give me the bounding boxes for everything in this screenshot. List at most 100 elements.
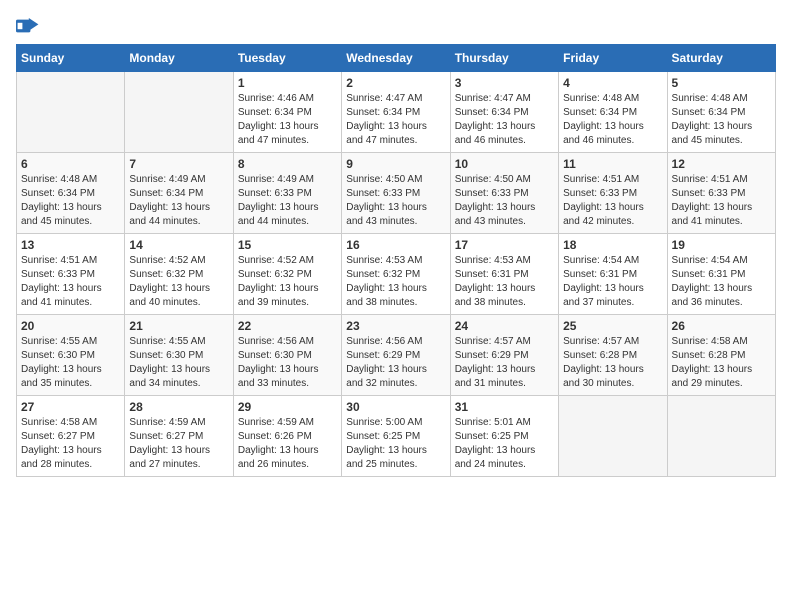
day-detail: Sunrise: 4:50 AMSunset: 6:33 PMDaylight:… [455,173,554,229]
day-number: 21 [129,319,228,333]
day-detail: Sunrise: 4:46 AMSunset: 6:34 PMDaylight:… [238,92,337,148]
calendar-week-row: 1 Sunrise: 4:46 AMSunset: 6:34 PMDayligh… [17,72,776,153]
day-number: 8 [238,157,337,171]
day-number: 9 [346,157,445,171]
day-detail: Sunrise: 4:58 AMSunset: 6:28 PMDaylight:… [672,335,771,391]
day-detail: Sunrise: 4:52 AMSunset: 6:32 PMDaylight:… [129,254,228,310]
calendar-cell: 29 Sunrise: 4:59 AMSunset: 6:26 PMDaylig… [233,396,341,477]
day-detail: Sunrise: 4:53 AMSunset: 6:31 PMDaylight:… [455,254,554,310]
calendar-cell: 28 Sunrise: 4:59 AMSunset: 6:27 PMDaylig… [125,396,233,477]
calendar-week-row: 20 Sunrise: 4:55 AMSunset: 6:30 PMDaylig… [17,315,776,396]
calendar-cell: 20 Sunrise: 4:55 AMSunset: 6:30 PMDaylig… [17,315,125,396]
calendar-cell: 17 Sunrise: 4:53 AMSunset: 6:31 PMDaylig… [450,234,558,315]
calendar-cell: 19 Sunrise: 4:54 AMSunset: 6:31 PMDaylig… [667,234,775,315]
day-number: 24 [455,319,554,333]
day-number: 4 [563,76,662,90]
calendar-cell: 8 Sunrise: 4:49 AMSunset: 6:33 PMDayligh… [233,153,341,234]
day-detail: Sunrise: 4:55 AMSunset: 6:30 PMDaylight:… [129,335,228,391]
day-detail: Sunrise: 4:48 AMSunset: 6:34 PMDaylight:… [21,173,120,229]
day-detail: Sunrise: 4:54 AMSunset: 6:31 PMDaylight:… [563,254,662,310]
day-of-week-header: Thursday [450,45,558,72]
day-number: 6 [21,157,120,171]
calendar-cell: 6 Sunrise: 4:48 AMSunset: 6:34 PMDayligh… [17,153,125,234]
day-detail: Sunrise: 4:58 AMSunset: 6:27 PMDaylight:… [21,416,120,472]
calendar-cell: 3 Sunrise: 4:47 AMSunset: 6:34 PMDayligh… [450,72,558,153]
day-number: 19 [672,238,771,252]
day-number: 14 [129,238,228,252]
day-detail: Sunrise: 4:59 AMSunset: 6:27 PMDaylight:… [129,416,228,472]
day-number: 5 [672,76,771,90]
header-row: SundayMondayTuesdayWednesdayThursdayFrid… [17,45,776,72]
day-detail: Sunrise: 4:52 AMSunset: 6:32 PMDaylight:… [238,254,337,310]
page-header [16,16,776,36]
day-detail: Sunrise: 4:47 AMSunset: 6:34 PMDaylight:… [455,92,554,148]
day-detail: Sunrise: 4:51 AMSunset: 6:33 PMDaylight:… [672,173,771,229]
day-number: 7 [129,157,228,171]
calendar-cell: 13 Sunrise: 4:51 AMSunset: 6:33 PMDaylig… [17,234,125,315]
calendar-table: SundayMondayTuesdayWednesdayThursdayFrid… [16,44,776,477]
day-number: 13 [21,238,120,252]
day-number: 17 [455,238,554,252]
calendar-cell: 1 Sunrise: 4:46 AMSunset: 6:34 PMDayligh… [233,72,341,153]
day-of-week-header: Monday [125,45,233,72]
day-number: 3 [455,76,554,90]
calendar-cell: 15 Sunrise: 4:52 AMSunset: 6:32 PMDaylig… [233,234,341,315]
calendar-cell: 24 Sunrise: 4:57 AMSunset: 6:29 PMDaylig… [450,315,558,396]
day-detail: Sunrise: 4:57 AMSunset: 6:29 PMDaylight:… [455,335,554,391]
calendar-week-row: 13 Sunrise: 4:51 AMSunset: 6:33 PMDaylig… [17,234,776,315]
calendar-cell: 4 Sunrise: 4:48 AMSunset: 6:34 PMDayligh… [559,72,667,153]
day-detail: Sunrise: 4:54 AMSunset: 6:31 PMDaylight:… [672,254,771,310]
day-number: 1 [238,76,337,90]
day-number: 12 [672,157,771,171]
calendar-week-row: 6 Sunrise: 4:48 AMSunset: 6:34 PMDayligh… [17,153,776,234]
calendar-cell: 11 Sunrise: 4:51 AMSunset: 6:33 PMDaylig… [559,153,667,234]
day-detail: Sunrise: 4:48 AMSunset: 6:34 PMDaylight:… [563,92,662,148]
day-detail: Sunrise: 4:50 AMSunset: 6:33 PMDaylight:… [346,173,445,229]
day-number: 28 [129,400,228,414]
day-number: 18 [563,238,662,252]
day-number: 16 [346,238,445,252]
day-detail: Sunrise: 4:53 AMSunset: 6:32 PMDaylight:… [346,254,445,310]
day-of-week-header: Sunday [17,45,125,72]
calendar-cell: 21 Sunrise: 4:55 AMSunset: 6:30 PMDaylig… [125,315,233,396]
day-number: 10 [455,157,554,171]
day-number: 31 [455,400,554,414]
day-number: 30 [346,400,445,414]
day-of-week-header: Tuesday [233,45,341,72]
day-detail: Sunrise: 4:59 AMSunset: 6:26 PMDaylight:… [238,416,337,472]
day-of-week-header: Wednesday [342,45,450,72]
calendar-cell: 5 Sunrise: 4:48 AMSunset: 6:34 PMDayligh… [667,72,775,153]
calendar-cell: 18 Sunrise: 4:54 AMSunset: 6:31 PMDaylig… [559,234,667,315]
day-number: 15 [238,238,337,252]
calendar-cell [667,396,775,477]
calendar-cell: 31 Sunrise: 5:01 AMSunset: 6:25 PMDaylig… [450,396,558,477]
calendar-cell [125,72,233,153]
day-detail: Sunrise: 4:47 AMSunset: 6:34 PMDaylight:… [346,92,445,148]
calendar-cell: 22 Sunrise: 4:56 AMSunset: 6:30 PMDaylig… [233,315,341,396]
calendar-cell: 25 Sunrise: 4:57 AMSunset: 6:28 PMDaylig… [559,315,667,396]
day-number: 25 [563,319,662,333]
calendar-cell: 16 Sunrise: 4:53 AMSunset: 6:32 PMDaylig… [342,234,450,315]
calendar-cell: 26 Sunrise: 4:58 AMSunset: 6:28 PMDaylig… [667,315,775,396]
calendar-cell: 23 Sunrise: 4:56 AMSunset: 6:29 PMDaylig… [342,315,450,396]
day-detail: Sunrise: 4:55 AMSunset: 6:30 PMDaylight:… [21,335,120,391]
calendar-cell: 10 Sunrise: 4:50 AMSunset: 6:33 PMDaylig… [450,153,558,234]
calendar-cell: 30 Sunrise: 5:00 AMSunset: 6:25 PMDaylig… [342,396,450,477]
day-detail: Sunrise: 5:00 AMSunset: 6:25 PMDaylight:… [346,416,445,472]
calendar-week-row: 27 Sunrise: 4:58 AMSunset: 6:27 PMDaylig… [17,396,776,477]
calendar-cell: 12 Sunrise: 4:51 AMSunset: 6:33 PMDaylig… [667,153,775,234]
logo-icon [16,16,40,36]
calendar-cell: 2 Sunrise: 4:47 AMSunset: 6:34 PMDayligh… [342,72,450,153]
day-number: 22 [238,319,337,333]
calendar-cell [17,72,125,153]
calendar-cell: 27 Sunrise: 4:58 AMSunset: 6:27 PMDaylig… [17,396,125,477]
calendar-cell [559,396,667,477]
logo [16,16,44,36]
day-number: 11 [563,157,662,171]
day-number: 26 [672,319,771,333]
day-of-week-header: Saturday [667,45,775,72]
day-number: 27 [21,400,120,414]
day-detail: Sunrise: 5:01 AMSunset: 6:25 PMDaylight:… [455,416,554,472]
day-detail: Sunrise: 4:49 AMSunset: 6:34 PMDaylight:… [129,173,228,229]
day-detail: Sunrise: 4:57 AMSunset: 6:28 PMDaylight:… [563,335,662,391]
